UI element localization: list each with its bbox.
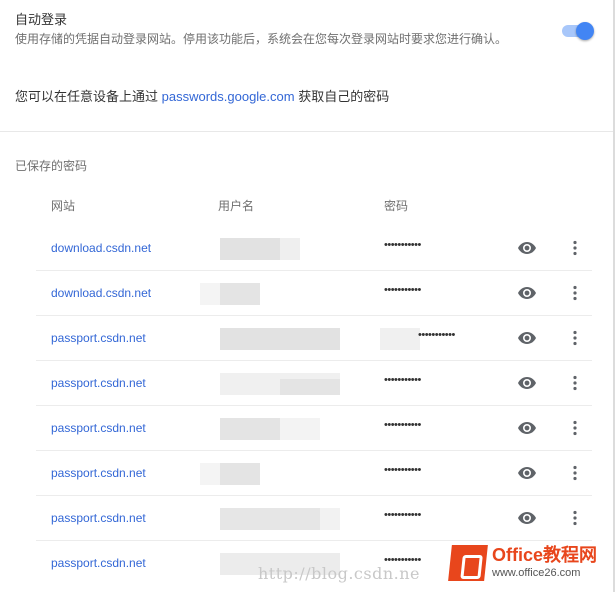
site-link[interactable]: passport.csdn.net bbox=[51, 376, 146, 390]
password-masked: ••••••••••• bbox=[384, 239, 421, 251]
site-link[interactable]: download.csdn.net bbox=[51, 241, 151, 255]
password-row: passport.csdn.net ••••••••••• bbox=[36, 496, 592, 541]
password-row: download.csdn.net ••••••••••• bbox=[36, 271, 592, 316]
site-link[interactable]: passport.csdn.net bbox=[51, 511, 146, 525]
password-masked: ••••••••••• bbox=[384, 419, 421, 431]
password-row: passport.csdn.net ••••••••••• bbox=[36, 451, 592, 496]
eye-icon[interactable] bbox=[518, 377, 536, 389]
more-vertical-icon[interactable] bbox=[571, 285, 579, 301]
eye-icon[interactable] bbox=[518, 422, 536, 434]
site-link[interactable]: passport.csdn.net bbox=[51, 421, 146, 435]
logo-brand-a: Office bbox=[492, 545, 544, 565]
passwords-hint: 您可以在任意设备上通过 passwords.google.com 获取自己的密码 bbox=[15, 89, 389, 105]
column-header-site: 网站 bbox=[51, 199, 76, 213]
password-row: passport.csdn.net ••••••••••• bbox=[36, 361, 592, 406]
office26-logo: Office教程网 www.office26.com bbox=[448, 543, 610, 587]
password-masked: ••••••••••• bbox=[384, 284, 421, 296]
logo-brand: Office教程网 bbox=[492, 545, 597, 565]
toggle-knob bbox=[576, 22, 594, 40]
more-vertical-icon[interactable] bbox=[571, 330, 579, 346]
more-vertical-icon[interactable] bbox=[571, 240, 579, 256]
saved-passwords-title: 已保存的密码 bbox=[15, 159, 88, 173]
eye-icon[interactable] bbox=[518, 467, 536, 479]
column-header-password: 密码 bbox=[384, 199, 409, 213]
passwords-google-link[interactable]: passwords.google.com bbox=[162, 89, 295, 104]
password-masked: ••••••••••• bbox=[384, 464, 421, 476]
autologin-description: 使用存储的凭据自动登录网站。停用该功能后，系统会在您每次登录网站时要求您进行确认… bbox=[15, 32, 508, 46]
office-logo-icon bbox=[448, 545, 488, 581]
hint-prefix: 您可以在任意设备上通过 bbox=[15, 89, 162, 104]
hint-suffix: 获取自己的密码 bbox=[294, 89, 390, 104]
password-list: download.csdn.net ••••••••••• download.c… bbox=[36, 226, 592, 585]
section-divider bbox=[0, 131, 613, 132]
site-link[interactable]: passport.csdn.net bbox=[51, 556, 146, 570]
autologin-section: 自动登录 使用存储的凭据自动登录网站。停用该功能后，系统会在您每次登录网站时要求… bbox=[15, 12, 600, 47]
site-link[interactable]: passport.csdn.net bbox=[51, 466, 146, 480]
more-vertical-icon[interactable] bbox=[571, 375, 579, 391]
logo-url: www.office26.com bbox=[492, 567, 581, 579]
autologin-title: 自动登录 bbox=[15, 12, 68, 27]
more-vertical-icon[interactable] bbox=[571, 420, 579, 436]
eye-icon[interactable] bbox=[518, 287, 536, 299]
site-link[interactable]: download.csdn.net bbox=[51, 286, 151, 300]
password-row: download.csdn.net ••••••••••• bbox=[36, 226, 592, 271]
password-row: passport.csdn.net ••••••••••• bbox=[36, 316, 592, 361]
eye-icon[interactable] bbox=[518, 332, 536, 344]
password-masked: ••••••••••• bbox=[418, 329, 455, 341]
more-vertical-icon[interactable] bbox=[571, 510, 579, 526]
watermark-url: http://blog.csdn.ne bbox=[258, 564, 420, 583]
eye-icon[interactable] bbox=[518, 512, 536, 524]
eye-icon[interactable] bbox=[518, 242, 536, 254]
password-masked: ••••••••••• bbox=[384, 509, 421, 521]
autologin-toggle[interactable] bbox=[562, 22, 594, 40]
more-vertical-icon[interactable] bbox=[571, 465, 579, 481]
column-header-username: 用户名 bbox=[218, 199, 255, 213]
site-link[interactable]: passport.csdn.net bbox=[51, 331, 146, 345]
logo-brand-b: 教程网 bbox=[543, 545, 598, 565]
password-masked: ••••••••••• bbox=[384, 374, 421, 386]
password-row: passport.csdn.net ••••••••••• bbox=[36, 406, 592, 451]
